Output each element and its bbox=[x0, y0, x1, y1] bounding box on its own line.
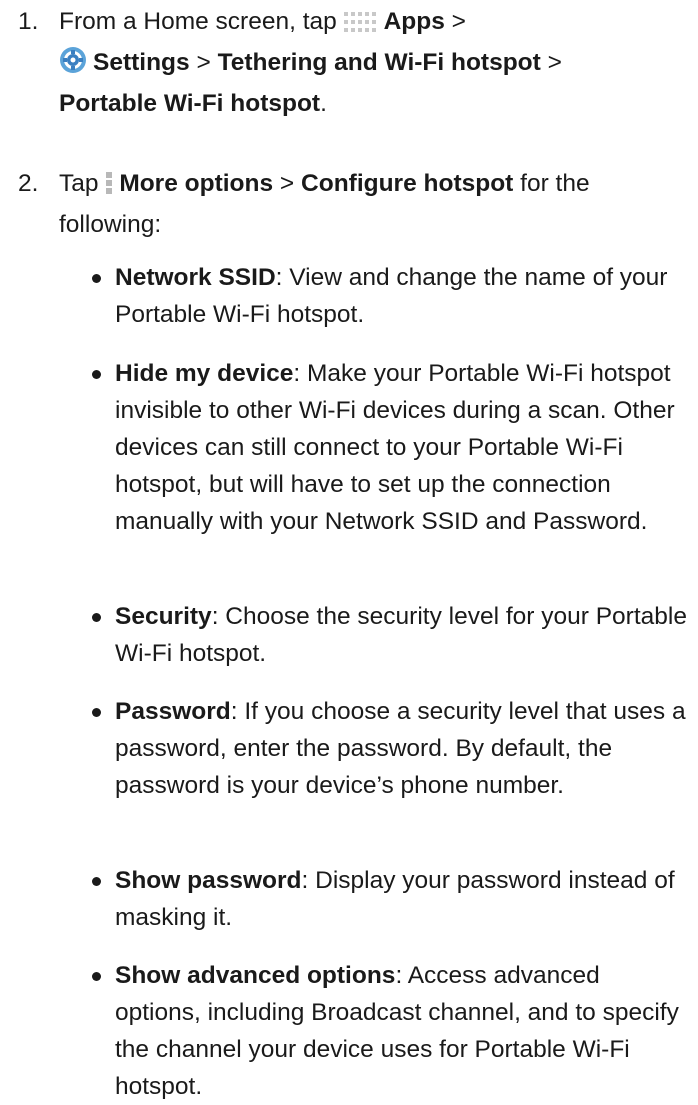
step-number: 2. bbox=[18, 170, 39, 197]
portable-hotspot-label: Portable Wi-Fi hotspot bbox=[59, 90, 321, 117]
step-1: 1. From a Home screen, tap Apps > Settin… bbox=[0, 3, 690, 122]
more-options-icon bbox=[105, 169, 113, 206]
bullet-dot bbox=[92, 877, 101, 886]
instruction-page: 1. From a Home screen, tap Apps > Settin… bbox=[0, 0, 698, 1100]
tethering-label: Tethering and Wi-Fi hotspot bbox=[217, 49, 541, 76]
step-2: 2. Tap More options > Configure hotspot … bbox=[0, 165, 690, 243]
bullet-dot bbox=[92, 708, 101, 717]
step-text: Tap More options > Configure hotspot for… bbox=[59, 169, 590, 238]
bullet-dot bbox=[92, 972, 101, 981]
apps-grid-icon bbox=[343, 7, 378, 44]
bullet-show-password: Show password: Display your password ins… bbox=[0, 862, 690, 936]
bullet-dot bbox=[92, 370, 101, 379]
configure-hotspot-label: Configure hotspot bbox=[301, 170, 514, 197]
bullet-password: Password: If you choose a security level… bbox=[0, 693, 690, 804]
settings-label: Settings bbox=[93, 49, 190, 76]
bullet-dot bbox=[92, 613, 101, 622]
bullet-dot bbox=[92, 274, 101, 283]
apps-label: Apps bbox=[383, 8, 445, 35]
step-number: 1. bbox=[18, 8, 39, 35]
step-text: From a Home screen, tap Apps > Settings … bbox=[59, 7, 562, 117]
bullet-hide-my-device: Hide my device: Make your Portable Wi-Fi… bbox=[0, 355, 690, 540]
bullet-network-ssid: Network SSID: View and change the name o… bbox=[0, 259, 690, 333]
bullet-security: Security: Choose the security level for … bbox=[0, 598, 690, 672]
bullet-show-advanced-options: Show advanced options: Access advanced o… bbox=[0, 957, 690, 1105]
more-options-label: More options bbox=[119, 170, 274, 197]
settings-gear-icon bbox=[59, 46, 87, 85]
